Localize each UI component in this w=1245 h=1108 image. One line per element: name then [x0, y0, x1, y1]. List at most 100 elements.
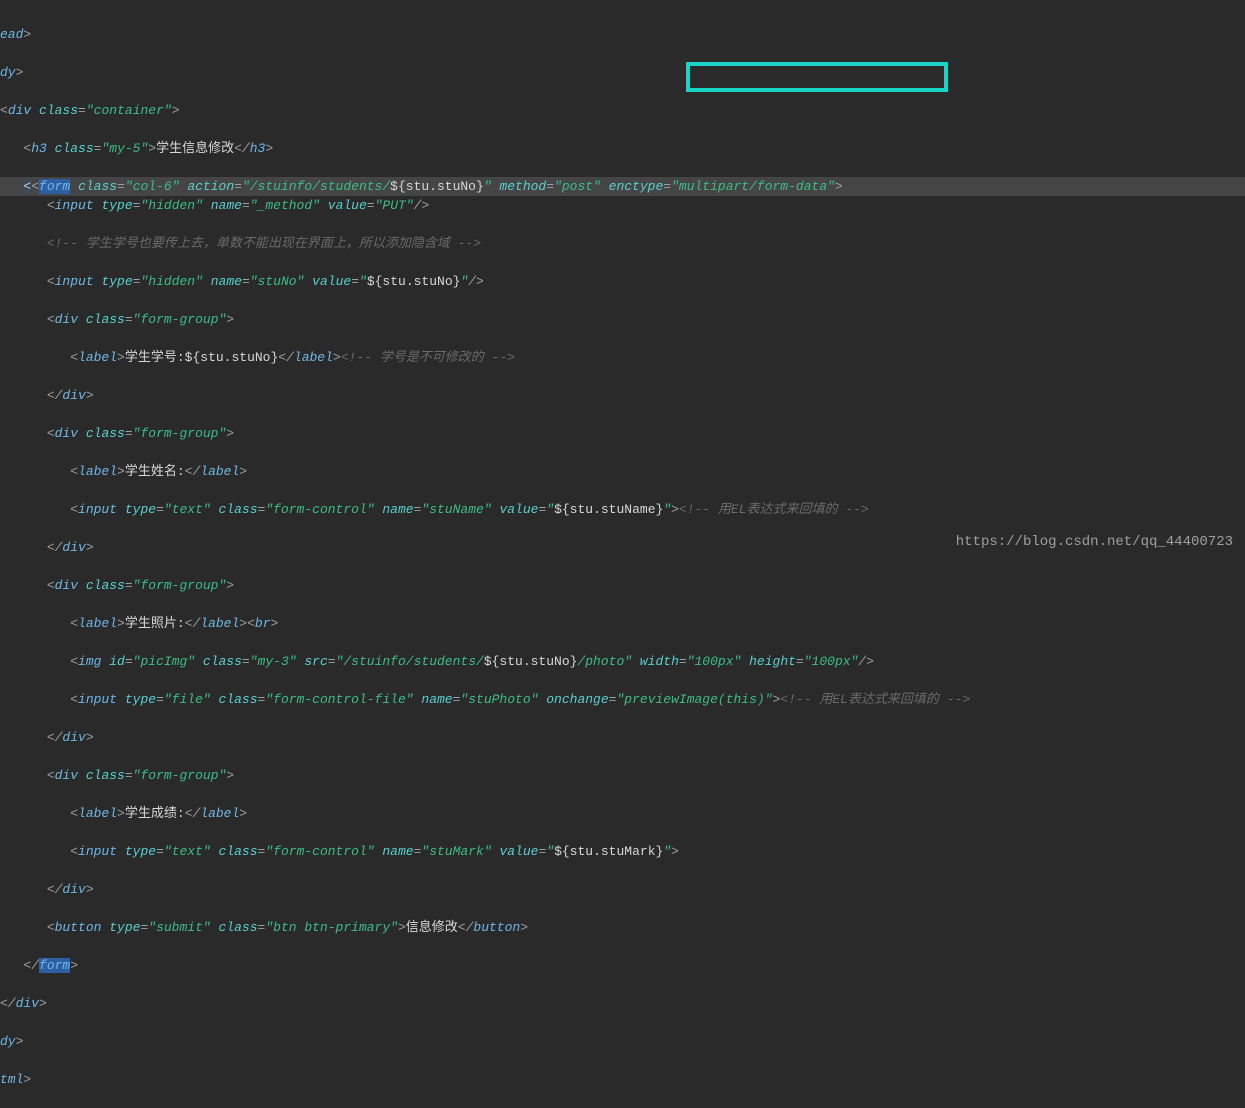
attr: method — [499, 179, 546, 194]
val: "_method" — [250, 198, 320, 213]
attr: name — [382, 844, 413, 859]
expr: ${stu.stuMark} — [554, 844, 663, 859]
val: "hidden" — [140, 274, 202, 289]
val: "/stuinfo/students/ — [336, 654, 484, 669]
expr: ${stu.stuName} — [554, 502, 663, 517]
val: "PUT" — [375, 198, 414, 213]
tag: div — [55, 426, 78, 441]
attr: class — [86, 312, 125, 327]
tag: form — [39, 958, 70, 973]
tag: h3 — [31, 141, 47, 156]
tag: label — [78, 806, 117, 821]
tag: form — [39, 179, 70, 194]
val: "stuPhoto" — [460, 692, 538, 707]
tag: label — [200, 806, 239, 821]
comment: <!-- 用EL表达式来回填的 --> — [780, 692, 970, 707]
val: "form-control-file" — [265, 692, 413, 707]
tag: label — [78, 616, 117, 631]
attr: type — [101, 198, 132, 213]
tag: input — [55, 198, 94, 213]
attr: src — [304, 654, 327, 669]
text: 学生照片: — [125, 616, 185, 631]
comment: <!-- 用EL表达式来回填的 --> — [679, 502, 869, 517]
tag: label — [294, 350, 333, 365]
val: "text" — [164, 502, 211, 517]
tag: dy — [0, 1034, 16, 1049]
val: " — [484, 179, 492, 194]
text: 学生姓名: — [125, 464, 185, 479]
text: 信息修改 — [406, 920, 458, 935]
val: "form-group" — [133, 768, 227, 783]
tag: input — [55, 274, 94, 289]
attr: type — [125, 502, 156, 517]
attr: type — [101, 274, 132, 289]
val: " — [546, 844, 554, 859]
attr: onchange — [546, 692, 608, 707]
tag: div — [55, 312, 78, 327]
tag: input — [78, 692, 117, 707]
val: " — [663, 502, 671, 517]
attr: value — [328, 198, 367, 213]
attr: height — [749, 654, 796, 669]
attr: type — [109, 920, 140, 935]
attr: class — [78, 179, 117, 194]
tag: ead — [0, 27, 23, 42]
attr: name — [421, 692, 452, 707]
expr: ${stu.stuNo} — [390, 179, 484, 194]
tag: div — [16, 996, 39, 1011]
val: "hidden" — [140, 198, 202, 213]
tag: label — [78, 350, 117, 365]
tag: tml — [0, 1072, 23, 1087]
val: "my-3" — [250, 654, 297, 669]
attr: type — [125, 692, 156, 707]
attr: class — [86, 426, 125, 441]
attr: value — [312, 274, 351, 289]
val: "text" — [164, 844, 211, 859]
tag: div — [62, 540, 85, 555]
val: "container" — [86, 103, 172, 118]
val: "col-6" — [125, 179, 180, 194]
val: "submit" — [148, 920, 210, 935]
text: 学生学号: — [125, 350, 185, 365]
attr: class — [55, 141, 94, 156]
attr: type — [125, 844, 156, 859]
code-editor[interactable]: ead> dy> <div class="container"> <h3 cla… — [0, 0, 1245, 1108]
val: " — [546, 502, 554, 517]
val: "/stuinfo/students/ — [242, 179, 390, 194]
attr: class — [86, 768, 125, 783]
tag: div — [55, 768, 78, 783]
attr: name — [211, 198, 242, 213]
expr: ${stu.stuNo} — [185, 350, 279, 365]
tag: div — [8, 103, 31, 118]
watermark: https://blog.csdn.net/qq_44400723 — [956, 534, 1233, 550]
val: "100px" — [804, 654, 859, 669]
attr: id — [109, 654, 125, 669]
attr: action — [187, 179, 234, 194]
val: "stuNo" — [250, 274, 305, 289]
attr: class — [39, 103, 78, 118]
val: "file" — [164, 692, 211, 707]
val: "form-group" — [133, 312, 227, 327]
expr: ${stu.stuNo} — [367, 274, 461, 289]
attr: width — [640, 654, 679, 669]
attr: name — [382, 502, 413, 517]
attr: class — [219, 920, 258, 935]
tag: div — [62, 882, 85, 897]
attr: value — [499, 844, 538, 859]
val: "form-group" — [133, 578, 227, 593]
attr: class — [86, 578, 125, 593]
val: "100px" — [687, 654, 742, 669]
tag: label — [78, 464, 117, 479]
comment: <!-- 学号是不可修改的 --> — [341, 350, 515, 365]
tag: input — [78, 502, 117, 517]
comment: <!-- 学生学号也要传上去，单数不能出现在界面上，所以添加隐含域 --> — [47, 236, 481, 251]
attr: value — [499, 502, 538, 517]
val: "post" — [554, 179, 601, 194]
val: "stuMark" — [421, 844, 491, 859]
attr: enctype — [609, 179, 664, 194]
text: 学生信息修改 — [156, 141, 234, 156]
attr: class — [219, 502, 258, 517]
tag: button — [55, 920, 102, 935]
tag: div — [62, 388, 85, 403]
tag: label — [200, 616, 239, 631]
